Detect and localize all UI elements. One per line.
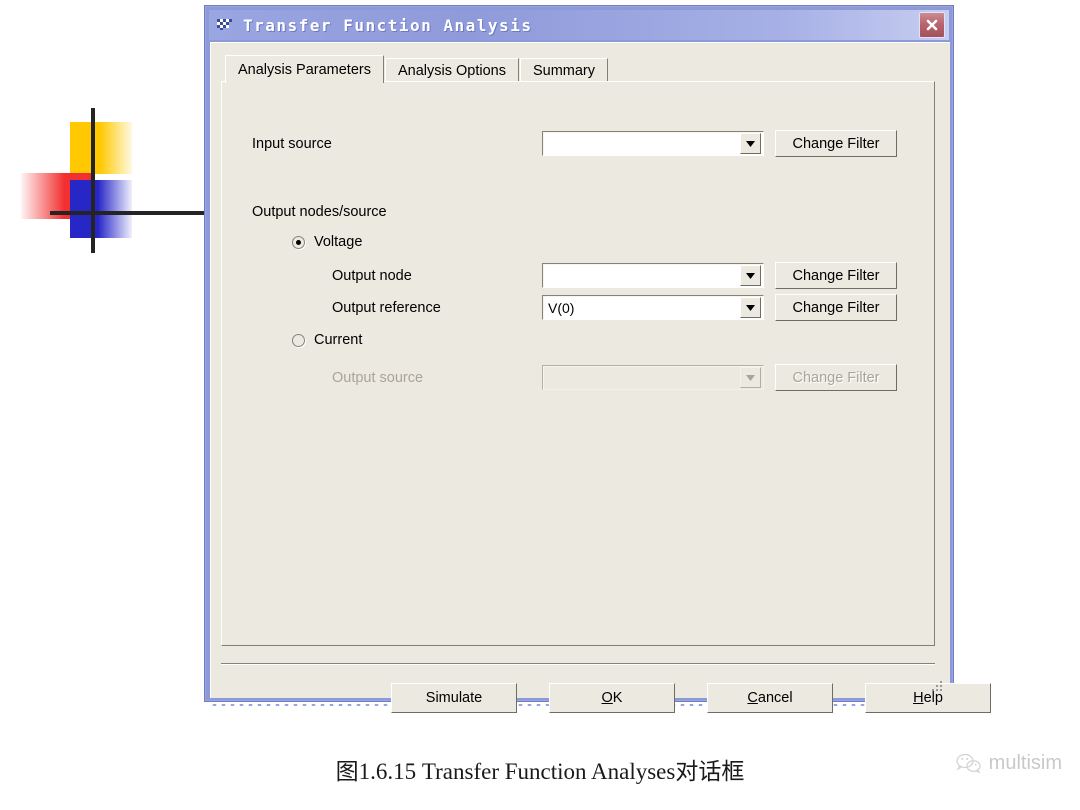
page-root: Transfer Function Analysis Analysis Para… bbox=[0, 0, 1080, 810]
tab-label: Summary bbox=[532, 63, 596, 79]
output-node-combo[interactable] bbox=[542, 263, 764, 288]
footer-separator bbox=[221, 663, 935, 665]
voltage-radio-label: Voltage bbox=[314, 234, 363, 250]
watermark-text: multisim bbox=[988, 752, 1062, 774]
help-accel: H bbox=[913, 690, 924, 706]
cancel-button[interactable]: Cancel bbox=[707, 683, 833, 713]
decorative-graphic bbox=[18, 108, 213, 253]
radio-unselected-icon bbox=[292, 333, 305, 347]
dialog-titlebar[interactable]: Transfer Function Analysis bbox=[209, 10, 949, 40]
simulate-button[interactable]: Simulate bbox=[391, 683, 517, 713]
output-node-label: Output node bbox=[332, 267, 412, 284]
resize-grip[interactable] bbox=[929, 678, 945, 694]
wechat-icon bbox=[956, 753, 982, 775]
output-source-label: Output source bbox=[332, 369, 424, 386]
output-reference-change-filter-button[interactable]: Change Filter bbox=[775, 294, 897, 321]
tab-analysis-parameters[interactable]: Analysis Parameters bbox=[225, 55, 384, 83]
dialog-footer: Simulate OK Cancel Help bbox=[391, 683, 991, 713]
button-label: Simulate bbox=[425, 690, 483, 706]
current-radio[interactable]: Current bbox=[292, 332, 362, 348]
output-source-combo bbox=[542, 365, 764, 390]
decor-horizontal-axis bbox=[50, 211, 212, 215]
input-source-row: Input source Change Filter bbox=[252, 130, 897, 157]
dialog-client-area: Analysis Parameters Analysis Options Sum… bbox=[210, 42, 991, 713]
output-node-change-filter-button[interactable]: Change Filter bbox=[775, 262, 897, 289]
decor-vertical-axis bbox=[91, 108, 95, 253]
checkered-flag-icon bbox=[215, 17, 235, 33]
output-reference-combo[interactable]: V(0) bbox=[542, 295, 764, 320]
output-source-change-filter-button: Change Filter bbox=[775, 364, 897, 391]
cancel-rest: ancel bbox=[757, 690, 793, 706]
button-label: Change Filter bbox=[792, 369, 880, 386]
output-source-row: Output source Change Filter bbox=[252, 364, 897, 391]
button-label: Change Filter bbox=[792, 299, 880, 316]
close-icon[interactable] bbox=[919, 12, 945, 38]
tab-analysis-options[interactable]: Analysis Options bbox=[384, 58, 519, 83]
ok-button[interactable]: OK bbox=[549, 683, 675, 713]
button-label: Change Filter bbox=[792, 267, 880, 284]
figure-caption: 图1.6.15 Transfer Function Analyses对话框 bbox=[335, 759, 745, 784]
input-source-label: Input source bbox=[252, 135, 332, 152]
voltage-radio[interactable]: Voltage bbox=[292, 234, 362, 250]
current-radio-label: Current bbox=[314, 332, 363, 348]
chevron-down-icon[interactable] bbox=[740, 265, 761, 286]
output-reference-row: Output reference V(0) Change Filter bbox=[252, 294, 897, 321]
help-button[interactable]: Help bbox=[865, 683, 991, 713]
input-source-combo[interactable] bbox=[542, 131, 764, 156]
button-label: Change Filter bbox=[792, 135, 880, 152]
current-radio-control[interactable]: Current bbox=[292, 332, 362, 348]
input-source-change-filter-button[interactable]: Change Filter bbox=[775, 130, 897, 157]
ok-accel: O bbox=[601, 690, 613, 706]
tab-label: Analysis Parameters bbox=[238, 61, 371, 78]
voltage-radio-control[interactable]: Voltage bbox=[292, 234, 362, 250]
decor-blue-square bbox=[70, 180, 132, 238]
chevron-down-icon[interactable] bbox=[740, 297, 761, 318]
tab-panel-analysis-parameters: Input source Change Filter Output nodes/… bbox=[221, 81, 935, 646]
chevron-down-icon[interactable] bbox=[740, 133, 761, 154]
tab-summary[interactable]: Summary bbox=[519, 58, 609, 83]
tab-label: Analysis Options bbox=[397, 63, 506, 79]
output-reference-label: Output reference bbox=[332, 299, 441, 316]
chevron-down-icon bbox=[740, 367, 761, 388]
radio-selected-icon bbox=[292, 235, 305, 249]
watermark: multisim bbox=[956, 752, 1062, 775]
tabstrip: Analysis Parameters Analysis Options Sum… bbox=[225, 55, 609, 83]
ok-rest: K bbox=[612, 690, 623, 706]
output-reference-value: V(0) bbox=[548, 299, 575, 316]
output-node-row: Output node Change Filter bbox=[252, 262, 897, 289]
transfer-function-analysis-dialog: Transfer Function Analysis Analysis Para… bbox=[204, 5, 991, 713]
dialog-title: Transfer Function Analysis bbox=[243, 15, 533, 35]
output-nodes-source-group-label: Output nodes/source bbox=[252, 204, 387, 220]
cancel-accel: C bbox=[747, 690, 758, 706]
decor-yellow-square bbox=[70, 122, 132, 174]
group-label-text: Output nodes/source bbox=[252, 204, 387, 220]
